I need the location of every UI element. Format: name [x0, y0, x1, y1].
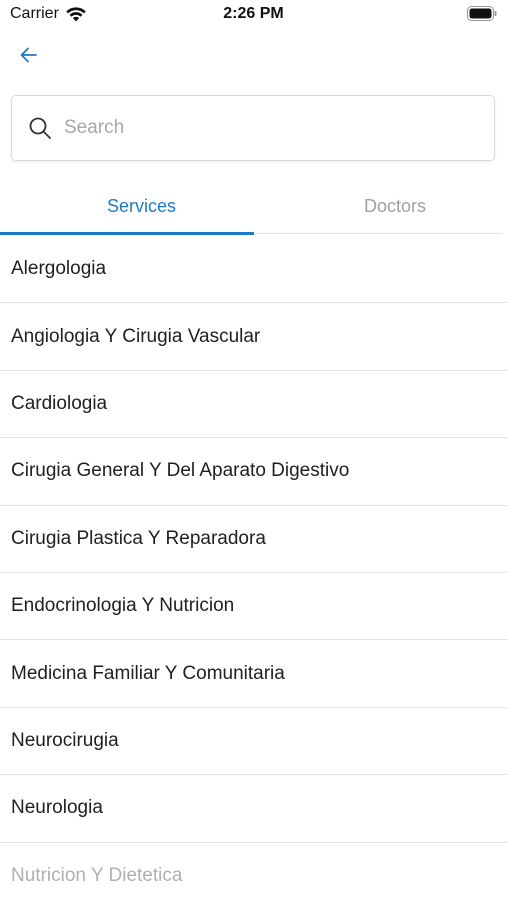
- battery-icon: [467, 6, 497, 21]
- list-item[interactable]: Endocrinologia Y Nutricion: [0, 573, 507, 641]
- list-item[interactable]: Cirugia General Y Del Aparato Digestivo: [0, 438, 507, 506]
- status-bar: Carrier 2:26 PM: [0, 0, 507, 30]
- list-item[interactable]: Angiologia Y Cirugia Vascular: [0, 303, 507, 371]
- active-tab-indicator: [0, 232, 254, 235]
- list-item[interactable]: Cirugia Plastica Y Reparadora: [0, 506, 507, 573]
- list-item[interactable]: Cardiologia: [0, 371, 507, 439]
- list-item[interactable]: Neurocirugia: [0, 708, 507, 776]
- back-button[interactable]: [14, 40, 44, 70]
- status-time: 2:26 PM: [223, 5, 284, 22]
- arrow-left-icon: [20, 47, 37, 63]
- tab-services[interactable]: Services: [0, 180, 283, 232]
- list-item[interactable]: Neurologia: [0, 775, 507, 843]
- services-list: Alergologia Angiologia Y Cirugia Vascula…: [0, 236, 507, 910]
- list-item[interactable]: Alergologia: [0, 236, 507, 304]
- search-icon: [29, 117, 51, 139]
- tab-bar: Services Doctors: [0, 180, 507, 236]
- search-box[interactable]: [11, 95, 495, 161]
- tab-doctors[interactable]: Doctors: [283, 180, 507, 232]
- list-item[interactable]: Medicina Familiar Y Comunitaria: [0, 640, 507, 708]
- search-input[interactable]: [62, 116, 466, 140]
